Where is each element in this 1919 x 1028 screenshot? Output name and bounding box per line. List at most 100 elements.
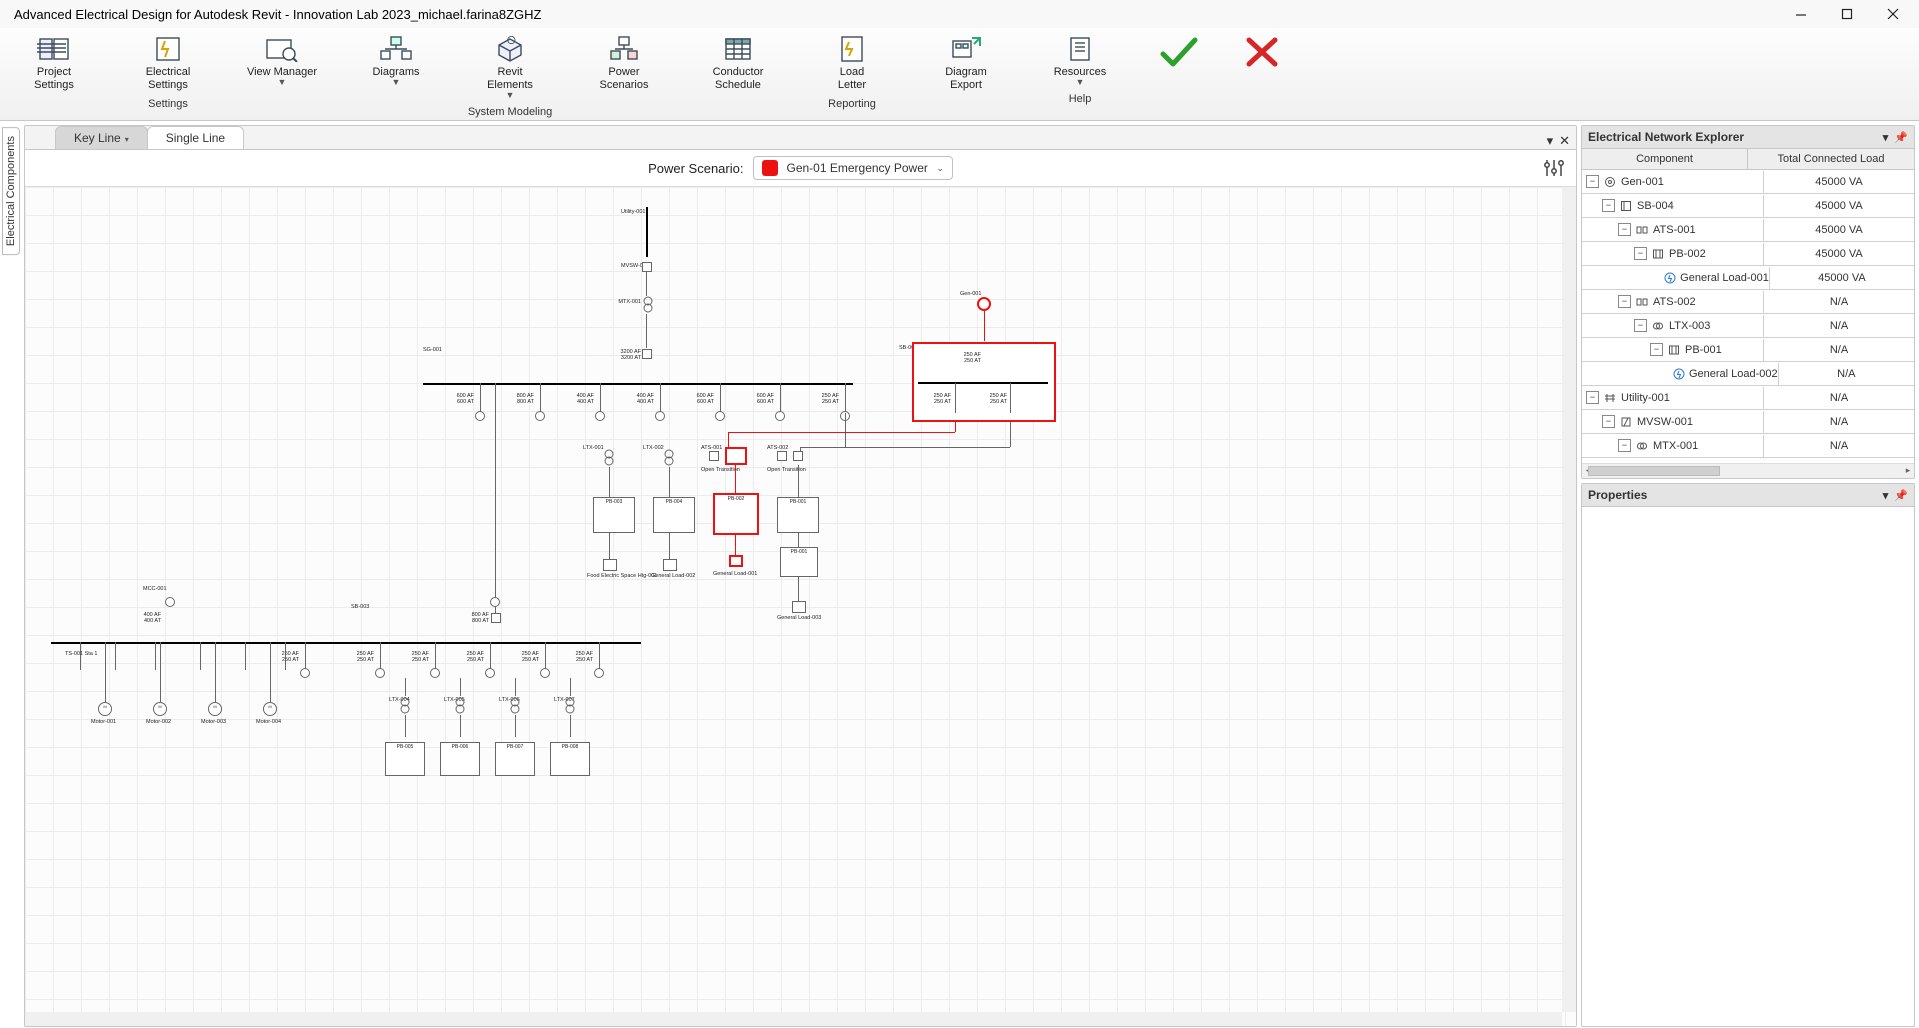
vertical-scrollbar[interactable] bbox=[1562, 187, 1576, 1012]
gen001-label: Gen-001 bbox=[960, 291, 981, 297]
pb-icon bbox=[1667, 343, 1681, 357]
col-component[interactable]: Component bbox=[1582, 149, 1748, 169]
tree-row[interactable]: −SB-00445000 VA bbox=[1582, 194, 1914, 218]
tree-item-load: N/A bbox=[1763, 387, 1914, 409]
electrical-settings-button[interactable]: Electrical Settings bbox=[126, 32, 210, 94]
scenario-dropdown[interactable]: Gen-01 Emergency Power ⌄ bbox=[753, 156, 952, 180]
cancel-button[interactable] bbox=[1236, 32, 1290, 72]
project-settings-label: Project Settings bbox=[34, 66, 74, 92]
pb005-node[interactable]: PB-005 bbox=[385, 742, 425, 776]
scenario-label: Power Scenario: bbox=[648, 161, 743, 176]
pb008-node[interactable]: PB-008 bbox=[550, 742, 590, 776]
diagram-export-button[interactable]: Diagram Export bbox=[924, 32, 1008, 94]
expand-toggle[interactable]: − bbox=[1586, 391, 1599, 404]
properties-pin-icon[interactable]: 📌 bbox=[1894, 489, 1908, 502]
tree-row[interactable]: − Utility-001 N/A bbox=[1582, 386, 1914, 410]
pb004-node[interactable]: PB-004 bbox=[653, 497, 695, 533]
general-load-001-node[interactable] bbox=[729, 555, 743, 567]
motor4-node[interactable]: M bbox=[263, 702, 277, 716]
col-total-load[interactable]: Total Connected Load bbox=[1748, 149, 1914, 169]
minimize-button[interactable] bbox=[1791, 4, 1811, 24]
conductor-schedule-icon bbox=[718, 34, 758, 64]
tree-item-load: 45000 VA bbox=[1763, 195, 1914, 217]
ribbon-group-title: Reporting bbox=[828, 96, 876, 110]
view-manager-button[interactable]: View Manager▼ bbox=[240, 32, 324, 94]
properties-menu-caret[interactable]: ▾ bbox=[1883, 489, 1889, 502]
tabs-menu-caret[interactable]: ▾ bbox=[1547, 133, 1554, 149]
ribbon-group-title: System Modeling bbox=[468, 104, 552, 118]
resources-button[interactable]: Resources▼ bbox=[1038, 32, 1122, 89]
view-manager-icon bbox=[262, 34, 302, 64]
document-tabs: Key Line▾Single Line ▾ ✕ bbox=[25, 126, 1576, 150]
power-scenarios-icon bbox=[604, 34, 644, 64]
tree-item-label: Utility-001 bbox=[1621, 392, 1670, 404]
load-letter-icon bbox=[832, 34, 872, 64]
tree-item-load: N/A bbox=[1763, 315, 1914, 337]
tree-row[interactable]: General Load-002N/A bbox=[1582, 362, 1914, 386]
motor1-node[interactable]: M bbox=[98, 702, 112, 716]
scenario-swatch bbox=[762, 160, 778, 176]
diagrams-icon bbox=[376, 34, 416, 64]
gen001-node[interactable] bbox=[977, 297, 991, 311]
gen-icon bbox=[1603, 175, 1617, 189]
pb002-node[interactable]: PB-002 bbox=[713, 493, 759, 535]
project-settings-button[interactable]: Project Settings bbox=[12, 32, 96, 94]
display-settings-icon[interactable] bbox=[1542, 156, 1566, 183]
window-title: Advanced Electrical Design for Autodesk … bbox=[8, 7, 542, 22]
expand-toggle[interactable]: − bbox=[1650, 343, 1663, 356]
horizontal-scrollbar[interactable] bbox=[25, 1012, 1562, 1026]
motor2-node[interactable]: M bbox=[153, 702, 167, 716]
tree-row[interactable]: −PB-001N/A bbox=[1582, 338, 1914, 362]
ats001-node[interactable] bbox=[725, 447, 747, 465]
diagram-export-icon bbox=[946, 34, 986, 64]
load-letter-button[interactable]: Load Letter bbox=[810, 32, 894, 94]
single-line-diagram-canvas[interactable]: Utility-001 MVSW-001 MTX-001 SG-001 3200… bbox=[25, 187, 1576, 1026]
expand-toggle[interactable]: − bbox=[1634, 247, 1647, 260]
conductor-schedule-label: Conductor Schedule bbox=[713, 66, 764, 92]
pb-icon bbox=[1651, 247, 1665, 261]
expand-toggle[interactable]: − bbox=[1618, 223, 1631, 236]
tree-row[interactable]: −ATS-00145000 VA bbox=[1582, 218, 1914, 242]
tree-row[interactable]: −MTX-001N/A bbox=[1582, 434, 1914, 458]
close-button[interactable] bbox=[1883, 4, 1903, 24]
expand-toggle[interactable]: − bbox=[1602, 415, 1615, 428]
revit-elements-button[interactable]: Revit Elements▼ bbox=[468, 32, 552, 102]
expand-toggle[interactable]: − bbox=[1586, 175, 1599, 188]
maximize-button[interactable] bbox=[1837, 4, 1857, 24]
tree-row[interactable]: − PB-002 45000 VA bbox=[1582, 242, 1914, 266]
tabs-close-icon[interactable]: ✕ bbox=[1559, 133, 1570, 149]
tab-key-line[interactable]: Key Line▾ bbox=[55, 126, 148, 149]
expand-toggle[interactable]: − bbox=[1618, 439, 1631, 452]
pb001-node-a[interactable]: PB-001 bbox=[777, 497, 819, 533]
tree-row[interactable]: General Load-00145000 VA bbox=[1582, 266, 1914, 290]
explorer-horizontal-scrollbar[interactable]: ◂ ▸ bbox=[1582, 463, 1914, 478]
accept-button[interactable] bbox=[1152, 32, 1206, 72]
explorer-pin-icon[interactable]: 📌 bbox=[1894, 131, 1908, 144]
tab-single-line[interactable]: Single Line bbox=[147, 126, 244, 149]
diagrams-button[interactable]: Diagrams▼ bbox=[354, 32, 438, 102]
expand-toggle[interactable]: − bbox=[1634, 319, 1647, 332]
load-icon bbox=[1673, 367, 1685, 381]
tree-item-load: 45000 VA bbox=[1763, 243, 1914, 265]
conductor-schedule-button[interactable]: Conductor Schedule bbox=[696, 32, 780, 94]
tree-row[interactable]: −Gen-00145000 VA bbox=[1582, 170, 1914, 194]
pb006-node[interactable]: PB-006 bbox=[440, 742, 480, 776]
tree-item-label: PB-002 bbox=[1669, 248, 1706, 260]
tree-row[interactable]: −ATS-002N/A bbox=[1582, 290, 1914, 314]
revit-elements-icon bbox=[490, 34, 530, 64]
motor3-node[interactable]: M bbox=[208, 702, 222, 716]
explorer-menu-caret[interactable]: ▾ bbox=[1883, 131, 1889, 144]
tree-row[interactable]: −MVSW-001N/A bbox=[1582, 410, 1914, 434]
expand-toggle[interactable]: − bbox=[1618, 295, 1631, 308]
ribbon-group-title: Help bbox=[1069, 91, 1092, 105]
sb003-label: SB-003 bbox=[351, 604, 369, 610]
ats-icon bbox=[1635, 223, 1649, 237]
electrical-components-tab[interactable]: Electrical Components bbox=[2, 127, 20, 255]
pb007-node[interactable]: PB-007 bbox=[495, 742, 535, 776]
tree-item-label: PB-001 bbox=[1685, 344, 1722, 356]
tree-row[interactable]: −LTX-003N/A bbox=[1582, 314, 1914, 338]
expand-toggle[interactable]: − bbox=[1602, 199, 1615, 212]
pb003-node[interactable]: PB-003 bbox=[593, 497, 635, 533]
power-scenarios-button[interactable]: Power Scenarios bbox=[582, 32, 666, 102]
project-settings-icon bbox=[34, 34, 74, 64]
